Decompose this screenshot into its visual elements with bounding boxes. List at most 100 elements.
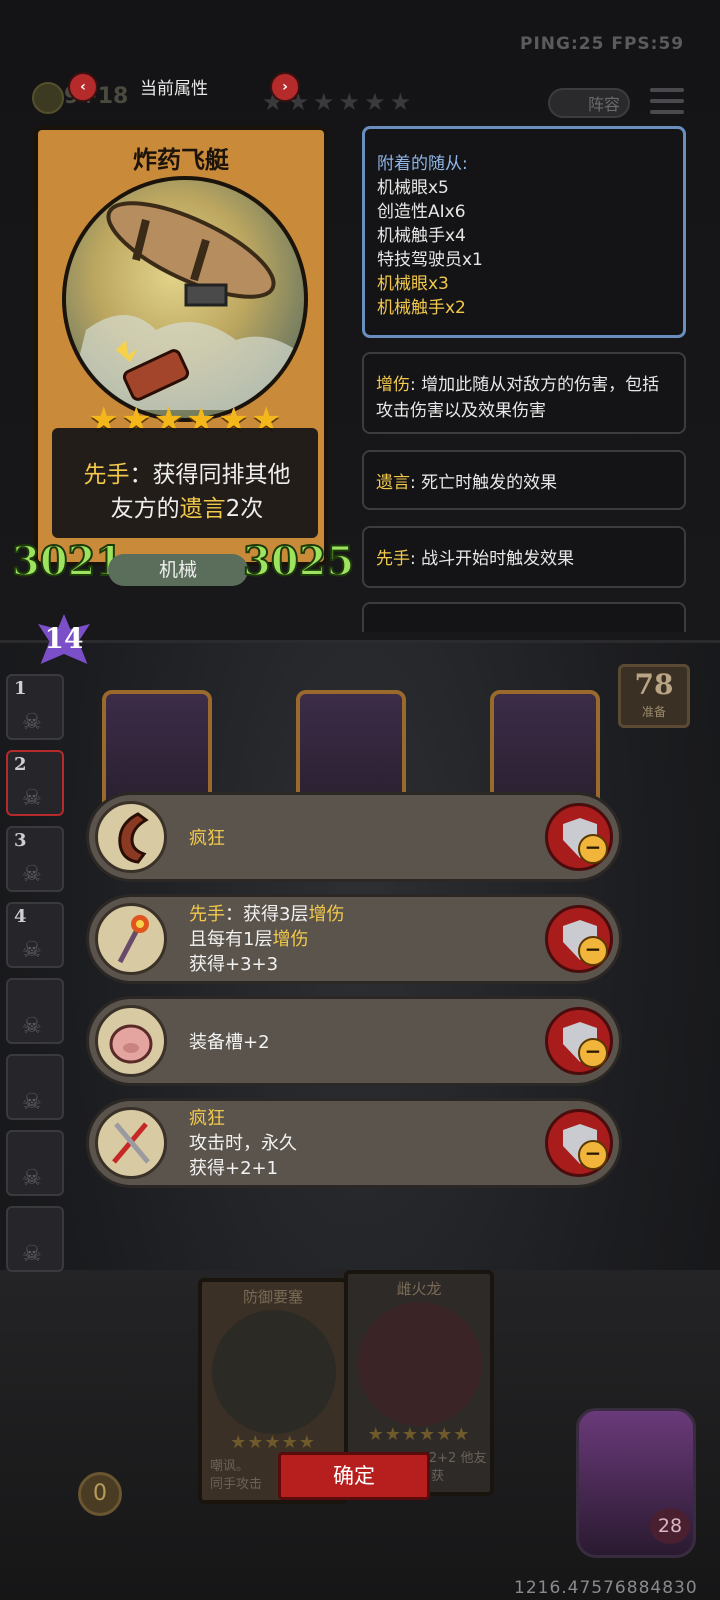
- chevron-left-icon[interactable]: ‹: [68, 72, 98, 102]
- lineup-slot[interactable]: 3 ☠: [6, 826, 64, 892]
- torch-icon: [95, 903, 167, 975]
- minus-icon: −: [578, 936, 608, 966]
- attached-minions-list: 机械眼x5 创造性AIx6 机械触手x4 特技驾驶员x1 机械眼x3 机械触手x2: [377, 176, 671, 320]
- minus-icon: −: [578, 1140, 608, 1170]
- buff-text-part: 增伤: [272, 929, 309, 950]
- lineup-slot[interactable]: ☠: [6, 978, 64, 1044]
- buff-text-part: 且每有1层: [189, 929, 273, 950]
- desc-keyword-xianshou: 先手: [83, 462, 130, 488]
- remove-buff-button[interactable]: −: [545, 1007, 613, 1075]
- slot-number: 2: [14, 754, 27, 775]
- buff-text-part: ：获得3层: [225, 904, 309, 925]
- lineup-slot[interactable]: 4 ☠: [6, 902, 64, 968]
- buff-description: 装备槽+2: [189, 1030, 270, 1055]
- slot-number: 3: [14, 830, 27, 851]
- skull-icon: ☠: [22, 1242, 42, 1267]
- attached-minions-box: 附着的随从: 机械眼x5 创造性AIx6 机械触手x4 特技驾驶员x1 机械眼x3 机械触…: [362, 126, 686, 338]
- gold-counter: 0: [78, 1472, 122, 1516]
- pick-card-name: 防御要塞: [242, 1288, 303, 1306]
- ping-fps-readout: PING:25 FPS:59: [520, 34, 685, 54]
- horn-icon: [95, 801, 167, 873]
- lineup-slot[interactable]: 1 ☠: [6, 674, 64, 740]
- buff-row: 先手：获得3层增伤 且每有1层增伤 获得+3+3−: [86, 894, 622, 984]
- unit-card: 炸药飞艇 ★★★★★★ 先手：获得同排其他 友方的遗言2次: [34, 126, 328, 566]
- tribe-label: 机械: [108, 554, 248, 586]
- lineup-slot[interactable]: ☠: [6, 1206, 64, 1272]
- buff-text-part: 先手: [189, 904, 225, 925]
- slot-number: 1: [14, 678, 27, 699]
- keyword-desc: : 增加此随从对敌方的伤害，包括攻击伤害以及效果伤害: [376, 375, 660, 421]
- keyword-name: 先手: [376, 549, 410, 569]
- buff-text-part: 获得+2+1: [189, 1158, 279, 1179]
- ready-label: 准备: [641, 705, 666, 719]
- buff-text-part: 增伤: [308, 904, 345, 925]
- skull-icon: ☠: [22, 1014, 42, 1039]
- ready-counter: 78 准备: [618, 664, 690, 728]
- buff-text-part: 装备槽+2: [189, 1032, 270, 1053]
- lineup-slot[interactable]: 2 ☠: [6, 750, 64, 816]
- keyword-name: 增伤: [376, 375, 410, 395]
- keyword-box-zengshang: 增伤: 增加此随从对敌方的伤害，包括攻击伤害以及效果伤害: [362, 352, 686, 434]
- chevron-right-icon[interactable]: ›: [270, 72, 300, 102]
- buff-text-part: 疯狂: [189, 1108, 225, 1129]
- remove-buff-button[interactable]: −: [545, 803, 613, 871]
- keyword-box-yiyan: 遗言: 死亡时触发的效果: [362, 450, 686, 510]
- pick-card-stars: ★★★★★: [230, 1432, 316, 1453]
- pick-card-stars: ★★★★★★: [367, 1424, 471, 1445]
- buff-description: 疯狂: [189, 826, 225, 851]
- hero-health: 28: [650, 1508, 690, 1544]
- attached-minion-item: 机械触手x2: [377, 298, 466, 318]
- desc-text-1: ：获得同排其他: [129, 462, 291, 488]
- skull-icon: ☠: [22, 786, 42, 811]
- keyword-desc: : 死亡时触发的效果: [410, 473, 558, 493]
- buff-text-part: 获得+3+3: [189, 954, 279, 975]
- skull-icon: ☠: [22, 1090, 42, 1115]
- remove-buff-button[interactable]: −: [545, 1109, 613, 1177]
- buff-text-part: 疯狂: [189, 828, 225, 849]
- pick-card-name: 雌火龙: [396, 1280, 442, 1298]
- attached-minion-item: 机械眼x5: [377, 178, 449, 198]
- card-title: 炸药飞艇: [133, 145, 229, 174]
- buff-row: 疯狂 −: [86, 792, 622, 882]
- remove-buff-button[interactable]: −: [545, 905, 613, 973]
- attached-minion-item: 机械触手x4: [377, 226, 466, 246]
- attack-value: 3021: [11, 537, 124, 586]
- coin-icon: [32, 82, 64, 114]
- minus-icon: −: [578, 834, 608, 864]
- buff-description: 疯狂攻击时，永久 获得+2+1: [189, 1106, 297, 1181]
- level-number: 14: [44, 622, 84, 655]
- airship-art: [62, 176, 308, 422]
- lineup-slot[interactable]: ☠: [6, 1054, 64, 1120]
- attached-minions-title: 附着的随从:: [377, 154, 468, 174]
- buff-text-part: 攻击时，永久: [189, 1133, 297, 1154]
- desc-text-2: 友方的: [110, 496, 180, 522]
- attached-minion-item: 创造性AIx6: [377, 202, 466, 222]
- card-description: 先手：获得同排其他 友方的遗言2次: [62, 458, 312, 526]
- pig-icon: [95, 1005, 167, 1077]
- fortress-art: [212, 1310, 336, 1434]
- coordinate-readout: 1216.47576884830: [514, 1578, 698, 1598]
- skull-icon: ☠: [22, 862, 42, 887]
- keyword-box-empty: [362, 602, 686, 632]
- desc-text-3: 2次: [225, 496, 264, 522]
- buff-row: 装备槽+2 −: [86, 996, 622, 1086]
- attached-minion-item: 机械眼x3: [377, 274, 449, 294]
- card-description-box: 先手：获得同排其他 友方的遗言2次: [52, 428, 318, 538]
- minus-icon: −: [578, 1038, 608, 1068]
- lineup-slot[interactable]: ☠: [6, 1130, 64, 1196]
- slot-number: 4: [14, 906, 27, 927]
- buff-row: 疯狂攻击时，永久 获得+2+1 −: [86, 1098, 622, 1188]
- tab-title: 当前属性: [140, 79, 208, 99]
- skull-icon: ☠: [22, 938, 42, 963]
- health-value: 3025: [242, 537, 355, 586]
- keyword-desc: : 战斗开始时触发效果: [410, 549, 575, 569]
- lineup-button[interactable]: 阵容: [548, 88, 630, 118]
- keyword-box-xianshou: 先手: 战斗开始时触发效果: [362, 526, 686, 588]
- skull-icon: ☠: [22, 710, 42, 735]
- desc-keyword-yiyan: 遗言: [179, 496, 226, 522]
- attached-minion-item: 特技驾驶员x1: [377, 250, 483, 270]
- confirm-button[interactable]: 确定: [278, 1452, 430, 1500]
- menu-icon[interactable]: [650, 88, 684, 118]
- crossed-swords-icon: [95, 1107, 167, 1179]
- keyword-name: 遗言: [376, 473, 410, 493]
